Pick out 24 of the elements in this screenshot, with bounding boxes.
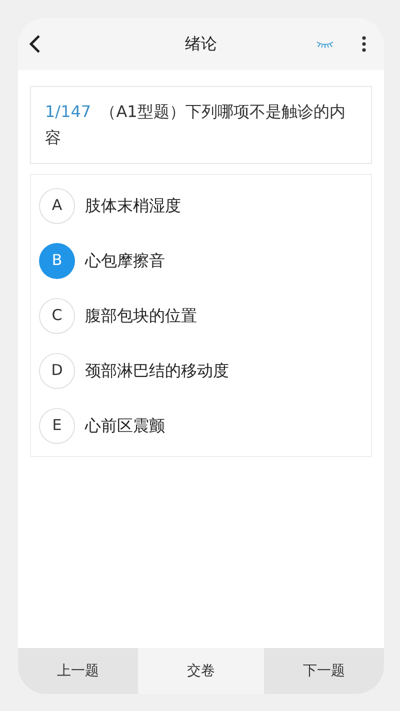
option-letter: C [39, 298, 75, 334]
option-row[interactable]: E 心前区震颤 [31, 398, 371, 453]
option-row[interactable]: D 颈部淋巴结的移动度 [31, 343, 371, 398]
option-row[interactable]: B 心包摩擦音 [31, 233, 371, 288]
more-icon[interactable] [362, 36, 366, 52]
screen-title: 绪论 [185, 33, 217, 55]
option-text: 心前区震颤 [85, 414, 165, 436]
option-letter: A [39, 188, 75, 224]
closed-eye-icon[interactable] [316, 40, 334, 48]
option-text: 颈部淋巴结的移动度 [85, 360, 229, 382]
option-row[interactable]: C 腹部包块的位置 [31, 288, 371, 343]
option-row[interactable]: A 肢体末梢湿度 [31, 178, 371, 233]
option-text: 心包摩擦音 [85, 250, 165, 272]
previous-next-button[interactable]: 上一题 [18, 648, 138, 694]
option-letter: B [39, 242, 75, 278]
back-button[interactable] [28, 34, 42, 54]
submit-button[interactable]: 交卷 [138, 648, 264, 694]
option-letter: E [39, 408, 75, 444]
previous-next-button[interactable]: 下一题 [264, 648, 384, 694]
option-letter: D [39, 352, 75, 388]
back-icon [29, 35, 41, 53]
option-text: 肢体末梢湿度 [85, 194, 181, 216]
option-text: 腹部包块的位置 [85, 304, 197, 326]
question-text: 1/147 （A1型题）下列哪项不是触诊的内容 [45, 101, 346, 149]
